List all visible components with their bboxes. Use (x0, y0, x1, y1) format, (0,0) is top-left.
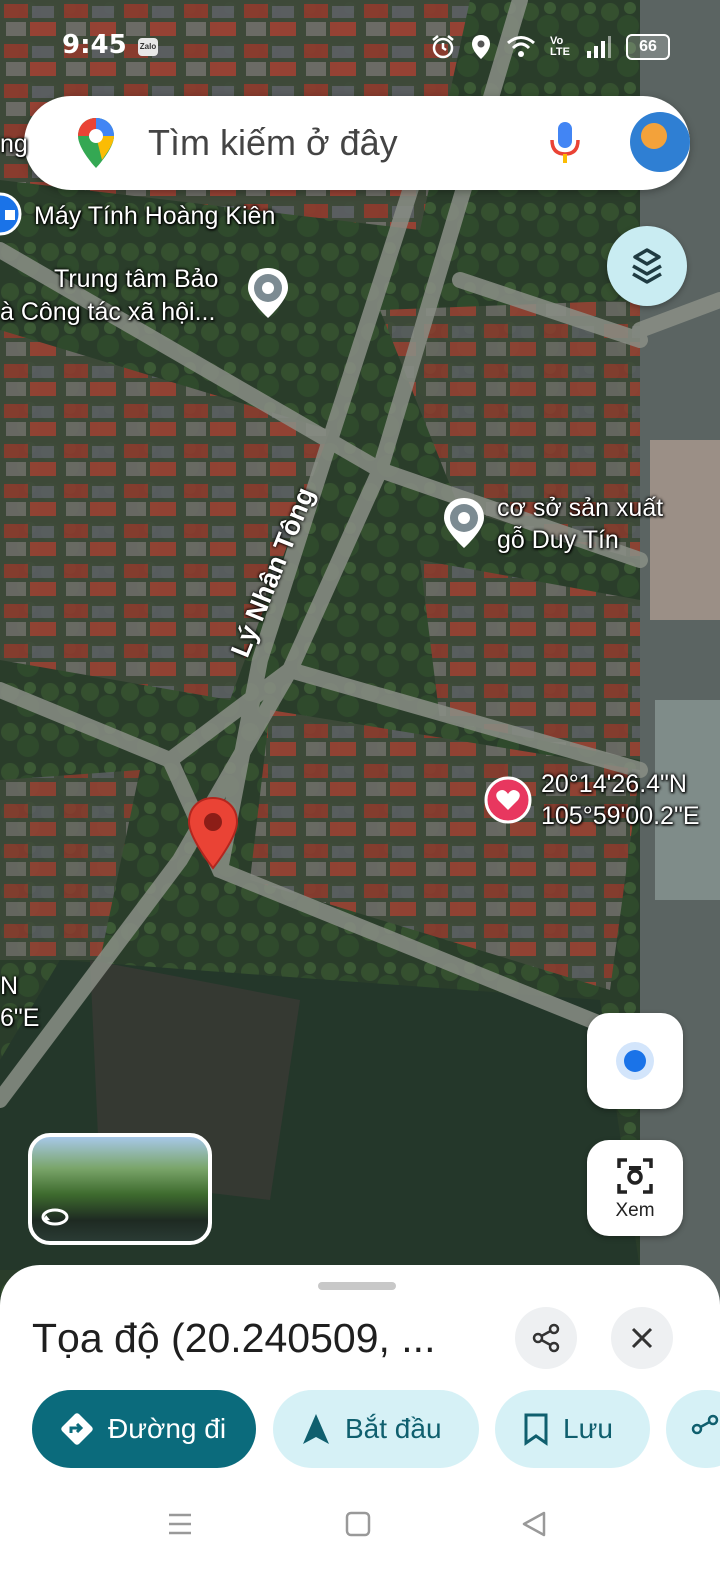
zalo-notification-icon: Zalo (138, 38, 158, 56)
camera-scan-icon (617, 1158, 653, 1194)
place-pin-icon (444, 498, 484, 548)
close-icon (631, 1327, 653, 1349)
alarm-icon (432, 35, 454, 59)
street-view-thumbnail[interactable] (28, 1133, 212, 1245)
place-label-co-so-2[interactable]: gỗ Duy Tín (497, 524, 619, 556)
back-nav-icon[interactable] (520, 1510, 548, 1538)
edge-coord-label-1: N (0, 972, 19, 1000)
google-maps-logo-icon (78, 118, 114, 168)
status-bar: 9:45 Zalo Vo LTE 66 (0, 0, 720, 90)
home-nav-icon[interactable] (344, 1510, 372, 1538)
save-button[interactable]: Lưu (495, 1390, 650, 1468)
view-label: Xem (615, 1200, 655, 1221)
start-label: Bắt đầu (345, 1413, 442, 1444)
microphone-icon[interactable] (548, 120, 582, 166)
save-label: Lưu (563, 1413, 613, 1444)
directions-icon (61, 1413, 93, 1445)
grey-poi-marker[interactable] (246, 266, 290, 320)
close-button[interactable] (611, 1307, 673, 1369)
clock: 9:45 (62, 30, 127, 60)
saved-place-marker[interactable] (484, 776, 532, 824)
search-input[interactable]: Tìm kiếm ở đây (148, 122, 398, 164)
more-share-chip[interactable] (666, 1390, 720, 1468)
dropped-pin-icon[interactable] (187, 796, 239, 870)
directions-button[interactable]: Đường đi (32, 1390, 256, 1468)
layers-icon (632, 248, 662, 284)
battery-indicator: 66 (626, 34, 670, 60)
my-location-icon (624, 1050, 646, 1072)
view-button[interactable]: Xem (587, 1140, 683, 1236)
shopping-bag-icon (0, 192, 22, 236)
saved-coord-lng[interactable]: 105°59'00.2"E (541, 800, 700, 832)
drag-handle[interactable] (318, 1282, 396, 1290)
menu-nav-icon[interactable] (166, 1510, 194, 1538)
place-label-may-tinh[interactable]: Máy Tính Hoàng Kiên (34, 200, 275, 232)
edge-coord-label-2: 6"E (0, 1004, 40, 1032)
place-title: Tọa độ (20.240509, ... (32, 1315, 436, 1361)
status-icons: Vo LTE 66 (430, 34, 670, 60)
signal-icon (587, 36, 611, 58)
bookmark-icon (524, 1413, 548, 1446)
volte-indicator: Vo LTE (550, 35, 570, 58)
place-label-trung-tam[interactable]: Trung tâm Bảo (54, 263, 218, 295)
search-bar[interactable]: Tìm kiếm ở đây (24, 96, 690, 190)
user-avatar[interactable] (630, 112, 690, 172)
layers-button[interactable] (607, 226, 687, 306)
share-button[interactable] (515, 1307, 577, 1369)
rotate-360-icon (41, 1208, 69, 1226)
place-edge-label: ng (0, 130, 28, 158)
start-button[interactable]: Bắt đầu (273, 1390, 479, 1468)
grey-poi-marker-2[interactable] (442, 496, 486, 550)
place-label-co-so[interactable]: cơ sở sản xuất (497, 492, 663, 524)
directions-label: Đường đi (108, 1413, 227, 1444)
share-icon (532, 1323, 560, 1353)
heart-icon (484, 776, 532, 824)
location-icon (472, 35, 490, 59)
place-label-trung-tam-2[interactable]: à Công tác xã hội... (0, 296, 215, 328)
system-navigation-bar (0, 1470, 720, 1582)
saved-coord-lat[interactable]: 20°14'26.4"N (541, 768, 687, 800)
share-icon (691, 1414, 719, 1435)
my-location-button[interactable] (587, 1013, 683, 1109)
wifi-icon (507, 36, 535, 57)
navigation-arrow-icon (303, 1414, 329, 1444)
place-pin-icon (248, 268, 288, 318)
shopping-poi-marker[interactable] (0, 192, 22, 236)
